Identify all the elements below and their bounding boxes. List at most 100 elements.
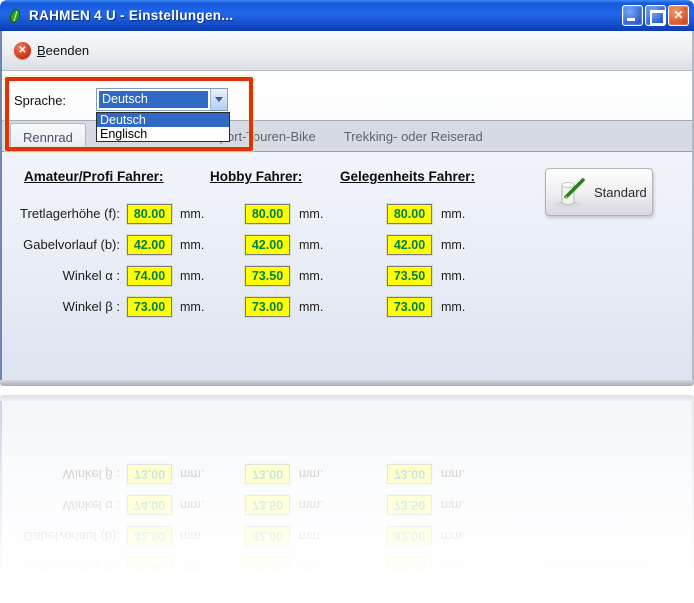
content-panel: Amateur/Profi Fahrer: Hobby Fahrer: Gele… [2,152,692,380]
value-input [127,557,172,577]
window-reflection: RAHMEN 4 U - Einstellungen... ✕ ✕ Beende… [0,393,694,603]
standard-button-label: Standard [594,185,647,200]
app-window: RAHMEN 4 U - Einstellungen... ✕ ✕ Beende… [0,0,694,388]
row-label: Gabelvorlauf (b): [2,529,120,544]
unit-label: mm. [441,560,465,574]
app-window-mirror: RAHMEN 4 U - Einstellungen... ✕ ✕ Beende… [0,393,694,603]
form-row-winkel-beta: Winkel β : mm. mm. mm. [2,464,692,484]
value-input[interactable] [387,266,432,286]
form-row-gabelvorlauf: Gabelvorlauf (b): mm. mm. mm. [2,526,692,546]
value-input[interactable] [127,297,172,317]
exit-button[interactable]: ✕ Beenden [14,42,89,59]
value-input [387,557,432,577]
unit-label: mm. [180,238,204,252]
standard-button-label: Standard [594,582,647,597]
unit-label: mm. [299,467,323,481]
window-title: RAHMEN 4 U - Einstellungen... [29,8,622,23]
unit-label: mm. [180,467,204,481]
value-input [245,557,290,577]
row-label: Tretlagerhöhe (f): [2,206,120,221]
form-row-winkel-beta: Winkel β : mm. mm. mm. [2,297,692,317]
value-input [127,464,172,484]
unit-label: mm. [299,207,323,221]
value-input [127,526,172,546]
unit-label: mm. [441,207,465,221]
minimize-button[interactable] [622,5,643,26]
dropdown-option-englisch[interactable]: Englisch [97,127,229,141]
exit-label: Beenden [37,43,89,58]
value-input[interactable] [387,297,432,317]
titlebar: RAHMEN 4 U - Einstellungen... ✕ [0,0,694,31]
unit-label: mm. [299,498,323,512]
unit-label: mm. [180,498,204,512]
unit-label: mm. [299,529,323,543]
unit-label: mm. [441,467,465,481]
combobox-selected-value: Deutsch [99,91,208,108]
window-left-border [0,401,2,603]
unit-label: mm. [299,300,323,314]
unit-label: mm. [180,269,204,283]
column-header-hobby: Hobby Fahrer: [210,169,302,184]
row-label: Tretlagerhöhe (f): [2,560,120,575]
app-leaf-icon [7,7,24,24]
unit-label: mm. [299,560,323,574]
form-row-winkel-alpha: Winkel α : mm. mm. mm. [2,266,692,286]
maximize-button[interactable] [645,5,666,26]
column-header-amateur: Amateur/Profi Fahrer: [24,597,164,603]
column-header-amateur: Amateur/Profi Fahrer: [24,169,164,184]
value-input[interactable] [127,204,172,224]
unit-label: mm. [180,560,204,574]
language-label: Sprache: [14,93,66,108]
value-input [245,526,290,546]
column-header-hobby: Hobby Fahrer: [210,597,302,603]
value-input[interactable] [245,235,290,255]
unit-label: mm. [180,207,204,221]
exit-x-icon: ✕ [14,42,31,59]
value-input[interactable] [245,266,290,286]
form-row-winkel-alpha: Winkel α : mm. mm. mm. [2,495,692,515]
value-input [127,495,172,515]
value-input [387,495,432,515]
unit-label: mm. [441,269,465,283]
reflection-content: RAHMEN 4 U - Einstellungen... ✕ ✕ Beende… [0,393,694,603]
row-label: Winkel β : [2,467,120,482]
unit-label: mm. [299,269,323,283]
standard-button[interactable]: Standard [545,168,653,216]
value-input [245,495,290,515]
reset-pencil-icon [552,173,590,211]
row-label: Gabelvorlauf (b): [2,237,120,252]
unit-label: mm. [180,529,204,543]
window-controls: ✕ [622,5,689,26]
combobox-dropdown-button[interactable] [210,89,227,110]
value-input[interactable] [387,204,432,224]
value-input [245,464,290,484]
language-combobox[interactable]: Deutsch [96,88,228,111]
tab-rennrad[interactable]: Rennrad [10,123,86,151]
value-input[interactable] [245,204,290,224]
chevron-down-icon [215,97,223,102]
screenshot-stage: RAHMEN 4 U - Einstellungen... ✕ ✕ Beende… [0,0,694,603]
standard-button: Standard [545,565,653,603]
reset-pencil-icon [552,570,590,603]
row-label: Winkel α : [2,498,120,513]
value-input [387,526,432,546]
value-input[interactable] [245,297,290,317]
content-panel: Amateur/Profi Fahrer: Hobby Fahrer: Gele… [2,401,692,603]
value-input[interactable] [127,266,172,286]
window-left-border [0,31,2,380]
close-button[interactable]: ✕ [668,5,689,26]
language-dropdown-list: Deutsch Englisch [96,112,230,142]
tab-trekking-reiserad[interactable]: Trekking- oder Reiserad [330,121,497,151]
form-row-tretlagerhoehe: Tretlagerhöhe (f): mm. mm. mm. [2,557,692,577]
value-input[interactable] [127,235,172,255]
unit-label: mm. [441,529,465,543]
unit-label: mm. [180,300,204,314]
column-header-gelegenheit: Gelegenheits Fahrer: [340,597,475,603]
value-input[interactable] [387,235,432,255]
value-input [387,464,432,484]
toolbar: ✕ Beenden [2,31,692,71]
window-bottom-border [0,380,694,386]
unit-label: mm. [299,238,323,252]
dropdown-option-deutsch[interactable]: Deutsch [97,113,229,127]
unit-label: mm. [441,300,465,314]
